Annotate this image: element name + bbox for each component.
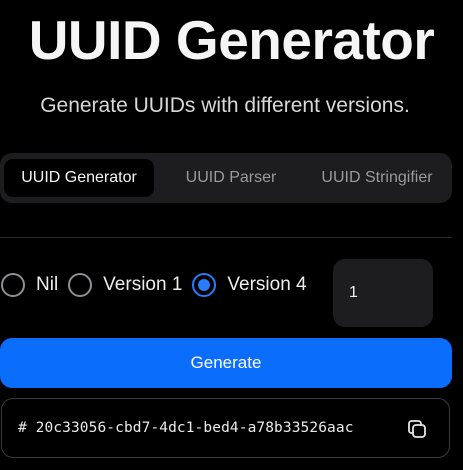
radio-label-version-4: Version 4 xyxy=(227,274,307,295)
tab-uuid-parser[interactable]: UUID Parser xyxy=(156,159,306,197)
radio-label-version-1: Version 1 xyxy=(103,274,183,295)
tab-uuid-generator[interactable]: UUID Generator xyxy=(4,159,154,197)
count-input[interactable]: 1 xyxy=(333,259,433,327)
radio-selected-dot xyxy=(198,279,211,291)
version-radio-group: Nil Version 1 Version 4 xyxy=(0,271,317,299)
generate-button[interactable]: Generate xyxy=(0,338,452,388)
radio-button-version-4[interactable] xyxy=(192,273,217,297)
result-output: # 20c33056-cbd7-4dc1-bed4-a78b33526aac xyxy=(1,398,450,458)
radio-button-nil[interactable] xyxy=(1,273,25,297)
radio-option-version-4[interactable]: Version 4 xyxy=(192,273,307,297)
uuid-generator-page: UUID Generator Generate UUIDs with diffe… xyxy=(0,0,463,470)
page-title: UUID Generator xyxy=(28,9,435,71)
page-subtitle: Generate UUIDs with different versions. xyxy=(40,94,410,117)
tab-bar: UUID Generator UUID Parser UUID Stringif… xyxy=(0,153,452,203)
generated-uuid: # 20c33056-cbd7-4dc1-bed4-a78b33526aac xyxy=(18,420,354,436)
radio-label-nil: Nil xyxy=(36,274,59,295)
divider xyxy=(0,237,452,238)
tab-uuid-stringifier[interactable]: UUID Stringifier xyxy=(306,159,448,197)
copy-icon[interactable] xyxy=(405,417,429,441)
radio-option-nil[interactable]: Nil xyxy=(1,273,58,297)
radio-button-version-1[interactable] xyxy=(68,273,93,297)
radio-option-version-1[interactable]: Version 1 xyxy=(68,273,182,297)
